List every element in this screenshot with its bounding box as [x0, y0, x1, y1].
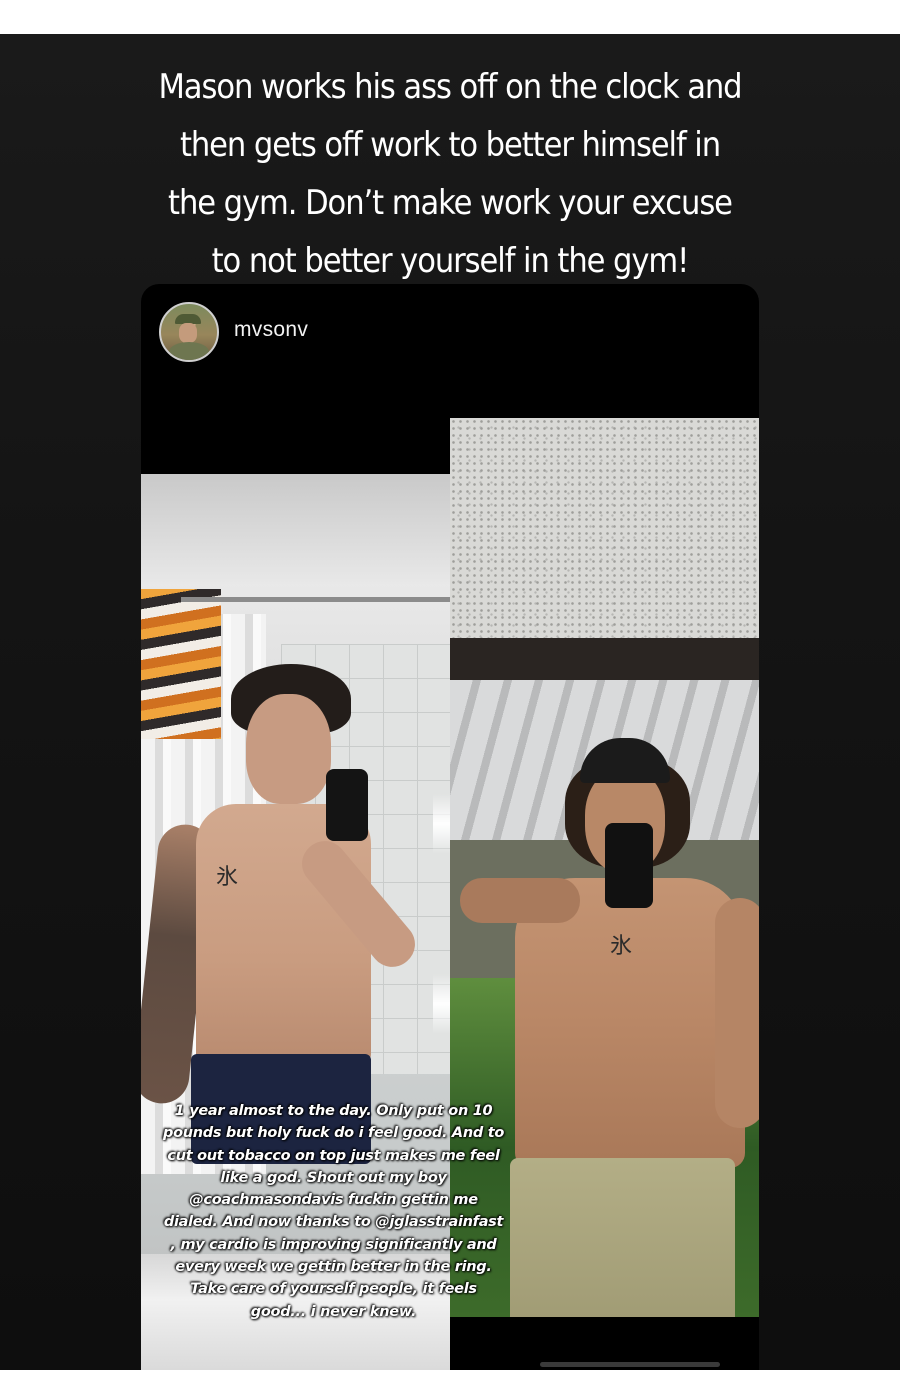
backwards-cap: [580, 738, 670, 783]
avatar-body: [169, 342, 209, 360]
eave: [450, 638, 759, 680]
phone-icon: [605, 823, 653, 908]
torso: [196, 804, 371, 1064]
chest-tattoo: 氷: [610, 934, 633, 959]
head: [246, 694, 331, 804]
avatar-face: [179, 323, 197, 343]
shared-post-card[interactable]: mvsonv 氷 氷 1 year almost to the day. Onl…: [141, 284, 759, 1370]
khaki-shorts: [510, 1158, 735, 1317]
mirror-lights: [433, 794, 450, 1094]
story-frame: Mason works his ass off on the clock and…: [0, 34, 900, 1370]
right-arm: [715, 898, 759, 1128]
avatar[interactable]: [159, 302, 219, 362]
stucco-ceiling: [450, 418, 759, 643]
post-caption-overlay: 1 year almost to the day. Only put on 10…: [162, 1103, 504, 1320]
story-caption: Mason works his ass off on the clock and…: [158, 67, 742, 281]
post-username[interactable]: mvsonv: [234, 318, 308, 342]
curtain-rod: [181, 597, 450, 602]
bathroom-ceiling: [141, 474, 450, 584]
chest-tattoo: 氷: [216, 865, 239, 890]
home-indicator[interactable]: [540, 1362, 720, 1367]
phone-icon: [326, 769, 368, 841]
post-header: mvsonv: [141, 284, 759, 384]
flexed-arm: [460, 878, 580, 923]
